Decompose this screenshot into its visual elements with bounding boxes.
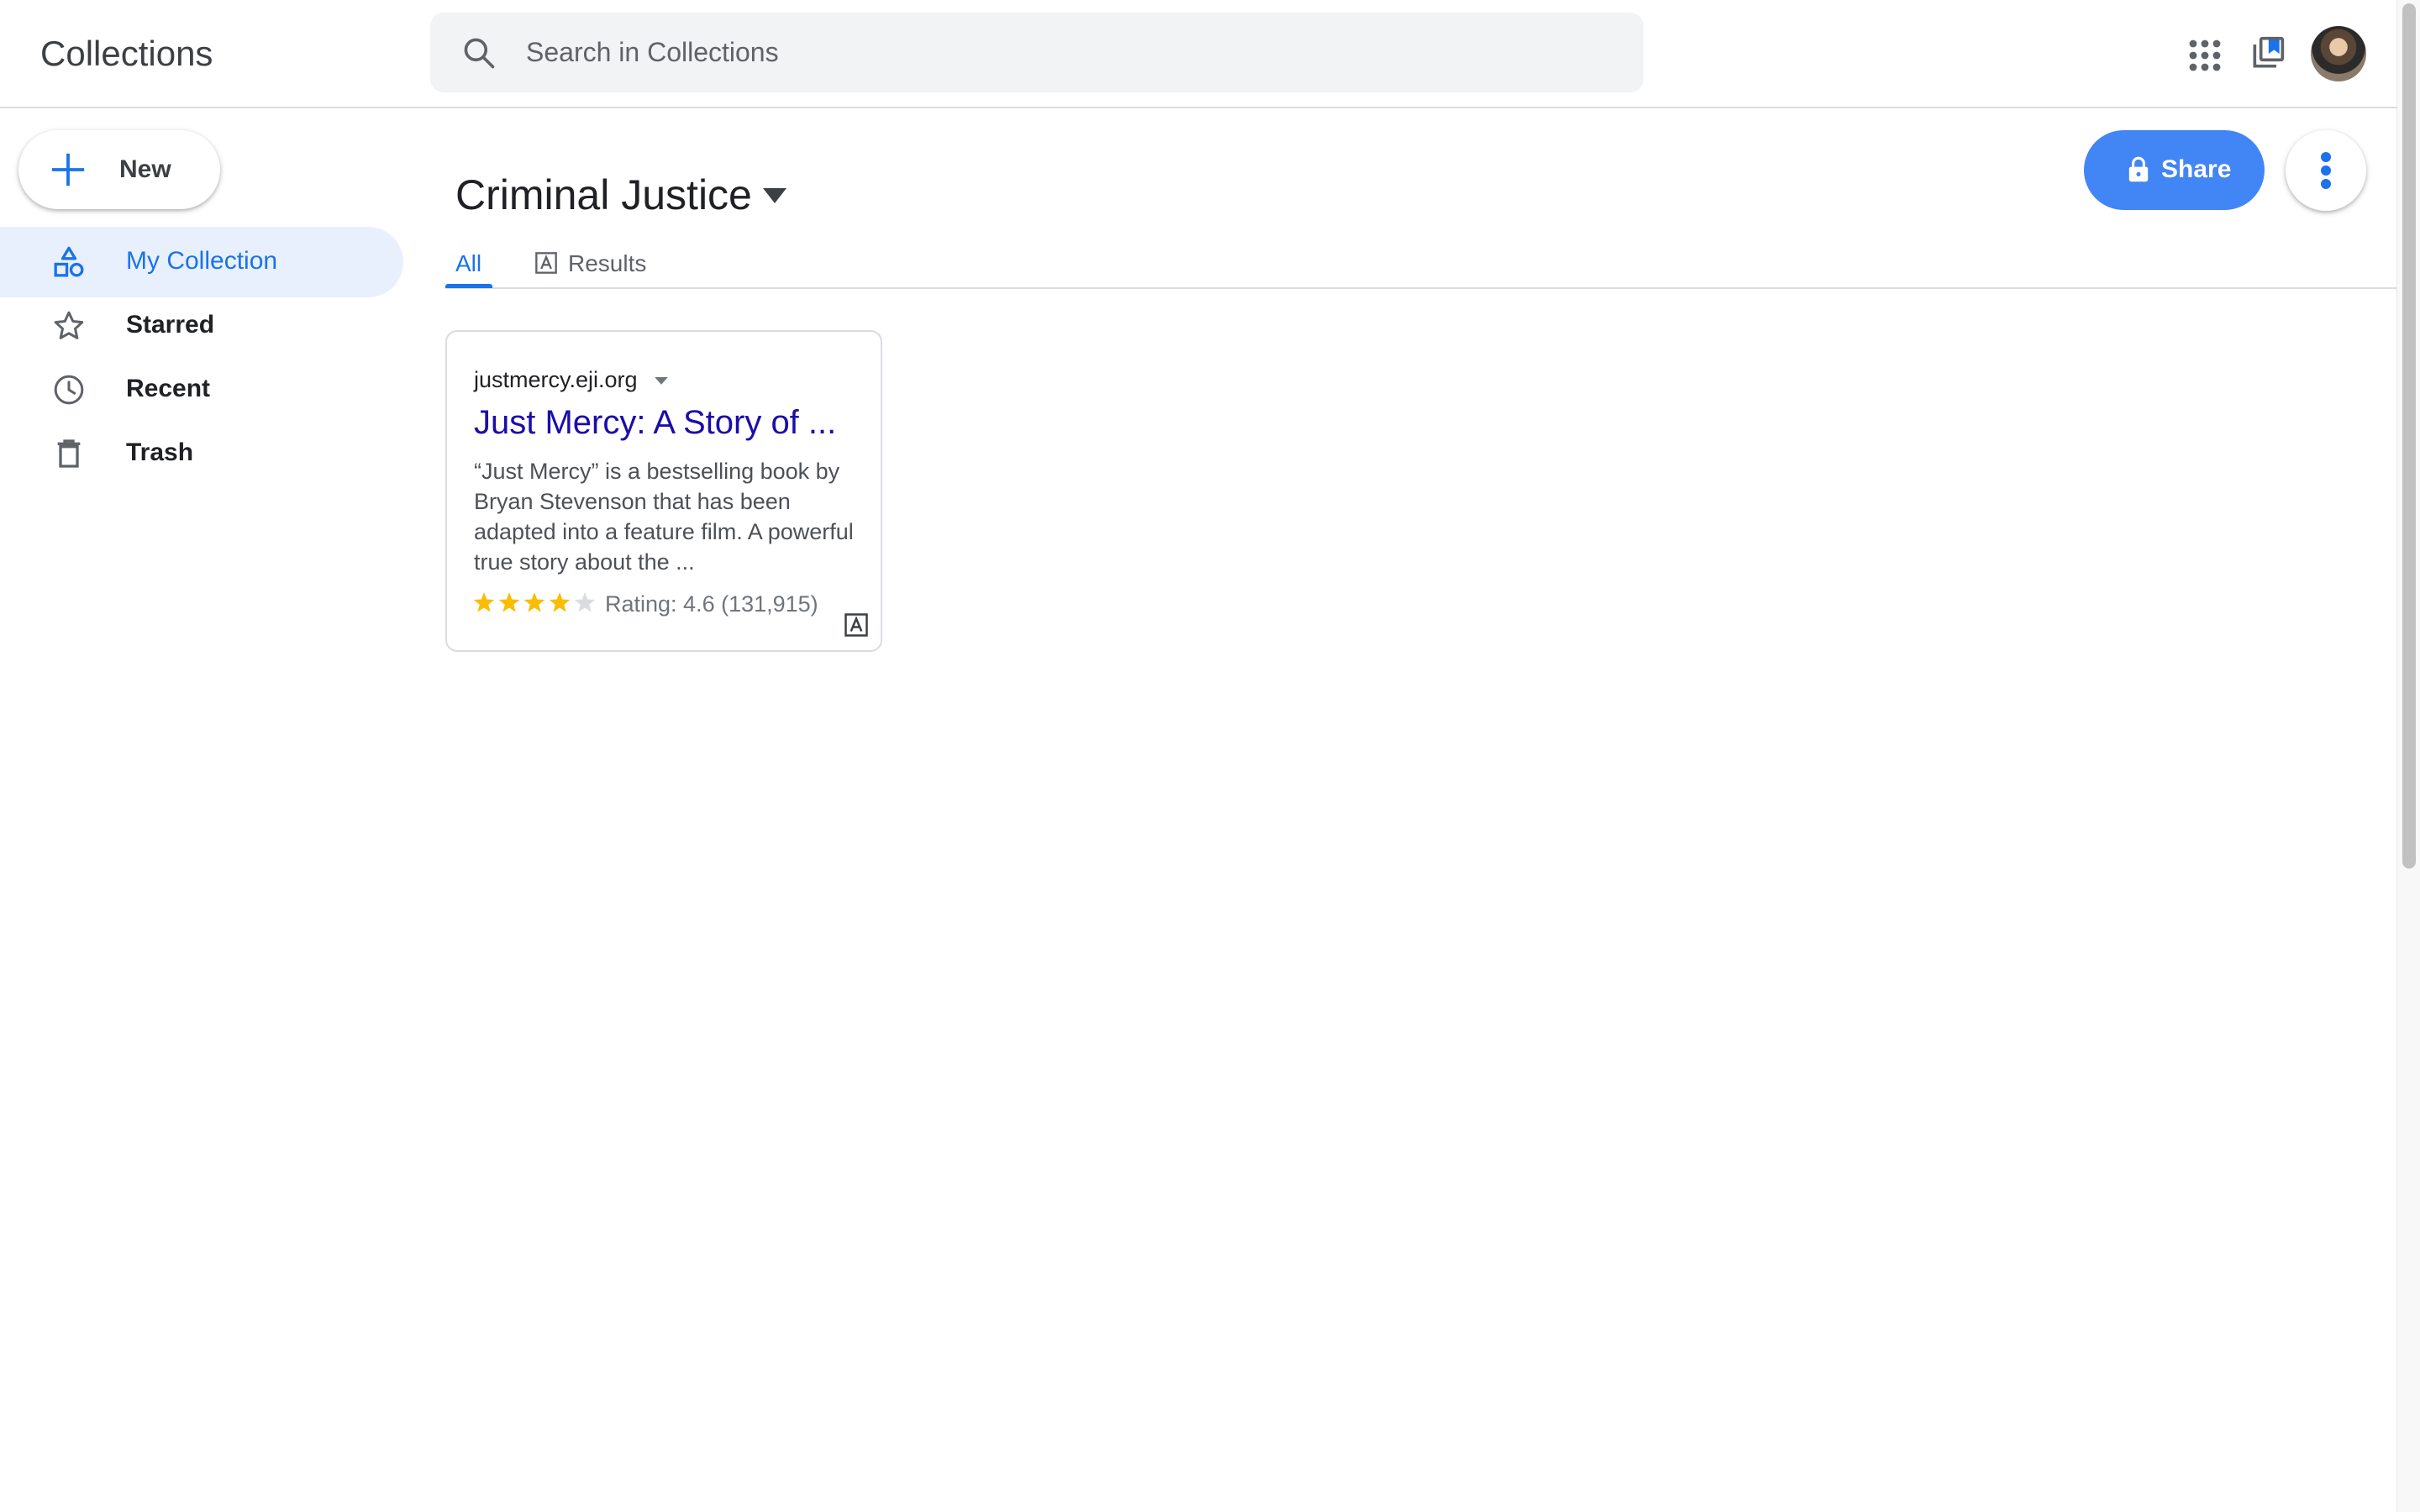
collections-icon[interactable]	[2249, 35, 2286, 72]
sidebar-item-trash[interactable]: Trash	[0, 418, 403, 489]
card-domain[interactable]: justmercy.eji.org	[474, 367, 638, 393]
sidebar-nav: My Collection Starred Recent Trash	[0, 227, 403, 482]
search-icon[interactable]	[460, 34, 497, 71]
caret-down-icon[interactable]	[655, 377, 668, 386]
rating-text: Rating: 4.6 (131,915)	[605, 591, 818, 617]
card-rating: Rating: 4.6 (131,915)	[472, 589, 818, 619]
share-button-label: Share	[2161, 155, 2232, 183]
star-filled-icon	[473, 592, 495, 612]
plus-icon	[51, 153, 85, 186]
lock-icon	[2128, 156, 2149, 182]
more-vert-icon	[2321, 152, 2331, 189]
star-empty-icon	[574, 592, 596, 612]
avatar[interactable]	[2311, 26, 2366, 81]
tab-bar: All Results	[445, 239, 2396, 289]
apps-grid-icon[interactable]	[2185, 35, 2225, 76]
shapes-icon	[54, 246, 84, 277]
scrollbar[interactable]	[2396, 0, 2420, 1512]
clock-icon	[54, 375, 84, 405]
tab-label: Results	[568, 250, 647, 276]
sidebar-item-label: My Collection	[126, 247, 278, 275]
result-type-icon	[844, 613, 868, 637]
tab-results[interactable]: Results	[534, 249, 646, 279]
star-rating-icon	[473, 592, 596, 612]
sidebar-item-label: Trash	[126, 438, 194, 466]
sidebar-item-label: Starred	[126, 311, 215, 339]
sidebar-item-recent[interactable]: Recent	[0, 354, 403, 425]
collection-title[interactable]: Criminal Justice	[455, 168, 752, 222]
star-filled-icon	[498, 592, 520, 612]
star-icon	[54, 311, 84, 339]
result-card[interactable]: justmercy.eji.org Just Mercy: A Story of…	[445, 330, 882, 652]
sidebar-item-label: Recent	[126, 375, 211, 402]
share-button[interactable]: Share	[2084, 130, 2265, 210]
card-snippet: “Just Mercy” is a bestselling book by Br…	[474, 459, 854, 575]
sidebar-item-my-collection[interactable]: My Collection	[0, 227, 403, 297]
star-filled-icon	[523, 592, 545, 612]
tab-label: All	[455, 250, 482, 276]
more-options-button[interactable]	[2286, 130, 2366, 211]
star-filled-icon	[549, 592, 571, 612]
sidebar-item-starred[interactable]: Starred	[0, 291, 403, 361]
new-button-label: New	[119, 155, 171, 183]
scrollbar-thumb[interactable]	[2402, 3, 2416, 869]
tab-all[interactable]: All	[455, 249, 481, 279]
result-type-icon	[535, 252, 557, 274]
caret-down-icon[interactable]	[763, 188, 786, 205]
card-title-link[interactable]: Just Mercy: A Story of ...	[474, 404, 836, 442]
search-input[interactable]	[526, 13, 1618, 92]
trash-icon	[57, 439, 81, 468]
search-bar[interactable]	[430, 13, 1644, 92]
app-header: Collections	[0, 0, 2396, 108]
new-button[interactable]: New	[18, 130, 220, 209]
active-tab-indicator	[445, 284, 492, 288]
app-title: Collections	[40, 34, 213, 73]
